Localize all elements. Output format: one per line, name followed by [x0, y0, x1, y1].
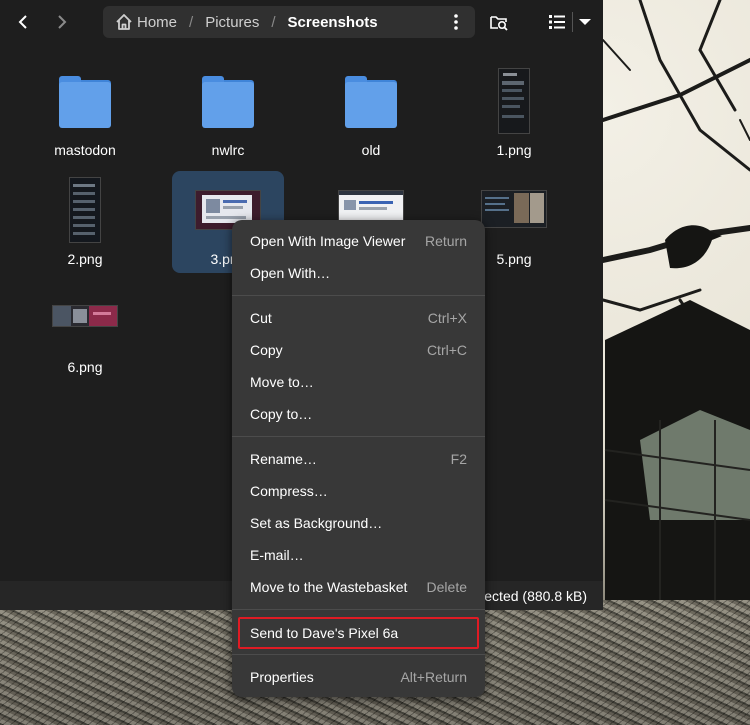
menu-item-shortcut: Delete — [426, 579, 467, 595]
menu-item-send-to-device[interactable]: Send to Dave's Pixel 6a — [238, 617, 479, 649]
menu-item-compress[interactable]: Compress… — [238, 476, 479, 506]
menu-item-label: Move to the Wastebasket — [250, 579, 408, 595]
header-divider — [572, 12, 573, 32]
menu-item-label: Move to… — [250, 374, 314, 390]
forward-button[interactable] — [47, 8, 77, 36]
menu-item-label: Send to Dave's Pixel 6a — [250, 625, 399, 641]
file-item-nwlrc[interactable]: nwlrc — [172, 62, 284, 164]
file-name: old — [361, 142, 381, 158]
menu-item-label: Copy — [250, 342, 283, 358]
image-thumbnail — [52, 305, 118, 327]
menu-item-label: Compress… — [250, 483, 328, 499]
image-thumbnail — [481, 190, 547, 228]
menu-separator — [232, 436, 485, 437]
back-arrow-icon — [18, 15, 27, 29]
search-folder-icon — [490, 16, 508, 31]
menu-item-label: Cut — [250, 310, 272, 326]
path-bar: Home / Pictures / Screenshots — [103, 6, 475, 38]
image-thumbnail — [498, 68, 530, 134]
header-bar: Home / Pictures / Screenshots — [0, 0, 603, 46]
menu-item-label: Set as Background… — [250, 515, 383, 531]
file-name: mastodon — [54, 142, 116, 158]
menu-item-email[interactable]: E-mail… — [238, 540, 479, 570]
menu-item-shortcut: Alt+Return — [400, 669, 467, 685]
menu-item-copy[interactable]: Copy Ctrl+C — [238, 335, 479, 365]
menu-item-properties[interactable]: Properties Alt+Return — [238, 662, 479, 692]
menu-item-open-with-image-viewer[interactable]: Open With Image Viewer Return — [238, 226, 479, 256]
kebab-menu-icon — [454, 14, 458, 30]
file-name: 1.png — [496, 142, 532, 158]
menu-separator — [232, 654, 485, 655]
breadcrumb-screenshots[interactable]: Screenshots — [288, 14, 378, 31]
breadcrumb-pictures[interactable]: Pictures — [205, 14, 259, 31]
file-item-2png[interactable]: 2.png — [29, 171, 141, 273]
menu-item-label: Properties — [250, 669, 314, 685]
menu-separator — [232, 295, 485, 296]
file-item-mastodon[interactable]: mastodon — [29, 62, 141, 164]
menu-item-open-with[interactable]: Open With… — [238, 258, 479, 288]
search-folder-button[interactable] — [486, 8, 512, 36]
file-item-old[interactable]: old — [315, 62, 427, 164]
back-button[interactable] — [8, 8, 38, 36]
folder-icon — [59, 76, 111, 130]
menu-item-shortcut: Ctrl+X — [427, 310, 467, 326]
file-item-1png[interactable]: 1.png — [458, 62, 570, 164]
menu-item-copy-to[interactable]: Copy to… — [238, 399, 479, 429]
list-view-icon — [549, 15, 565, 29]
folder-icon — [345, 76, 397, 130]
image-thumbnail — [69, 177, 101, 243]
image-thumbnail — [338, 190, 404, 222]
menu-item-label: Copy to… — [250, 406, 313, 422]
breadcrumb-separator: / — [189, 13, 194, 31]
menu-item-shortcut: F2 — [450, 451, 467, 467]
menu-item-label: Open With… — [250, 265, 331, 281]
menu-item-label: Rename… — [250, 451, 317, 467]
menu-item-label: E-mail… — [250, 547, 304, 563]
path-menu-button[interactable] — [445, 10, 467, 34]
menu-separator — [232, 609, 485, 610]
menu-item-set-as-background[interactable]: Set as Background… — [238, 508, 479, 538]
menu-item-cut[interactable]: Cut Ctrl+X — [238, 303, 479, 333]
menu-item-move-to-wastebasket[interactable]: Move to the Wastebasket Delete — [238, 572, 479, 602]
file-name: 2.png — [67, 251, 103, 267]
menu-item-label: Open With Image Viewer — [250, 233, 406, 249]
breadcrumb-home[interactable]: Home — [137, 14, 177, 31]
chevron-down-icon — [579, 19, 591, 25]
forward-arrow-icon — [58, 15, 67, 29]
file-name: 6.png — [67, 359, 103, 375]
breadcrumb-separator: / — [271, 13, 276, 31]
menu-item-move-to[interactable]: Move to… — [238, 367, 479, 397]
file-item-6png[interactable]: 6.png — [29, 279, 141, 381]
file-name: nwlrc — [211, 142, 245, 158]
menu-item-shortcut: Return — [424, 233, 467, 249]
menu-item-rename[interactable]: Rename… F2 — [238, 444, 479, 474]
context-menu: Open With Image Viewer Return Open With…… — [232, 220, 485, 697]
view-mode-button[interactable] — [545, 8, 569, 36]
view-options-button[interactable] — [575, 8, 595, 36]
menu-item-shortcut: Ctrl+C — [426, 342, 467, 358]
home-icon — [115, 13, 133, 31]
selection-status: ected (880.8 kB) — [484, 588, 587, 604]
folder-icon — [202, 76, 254, 130]
